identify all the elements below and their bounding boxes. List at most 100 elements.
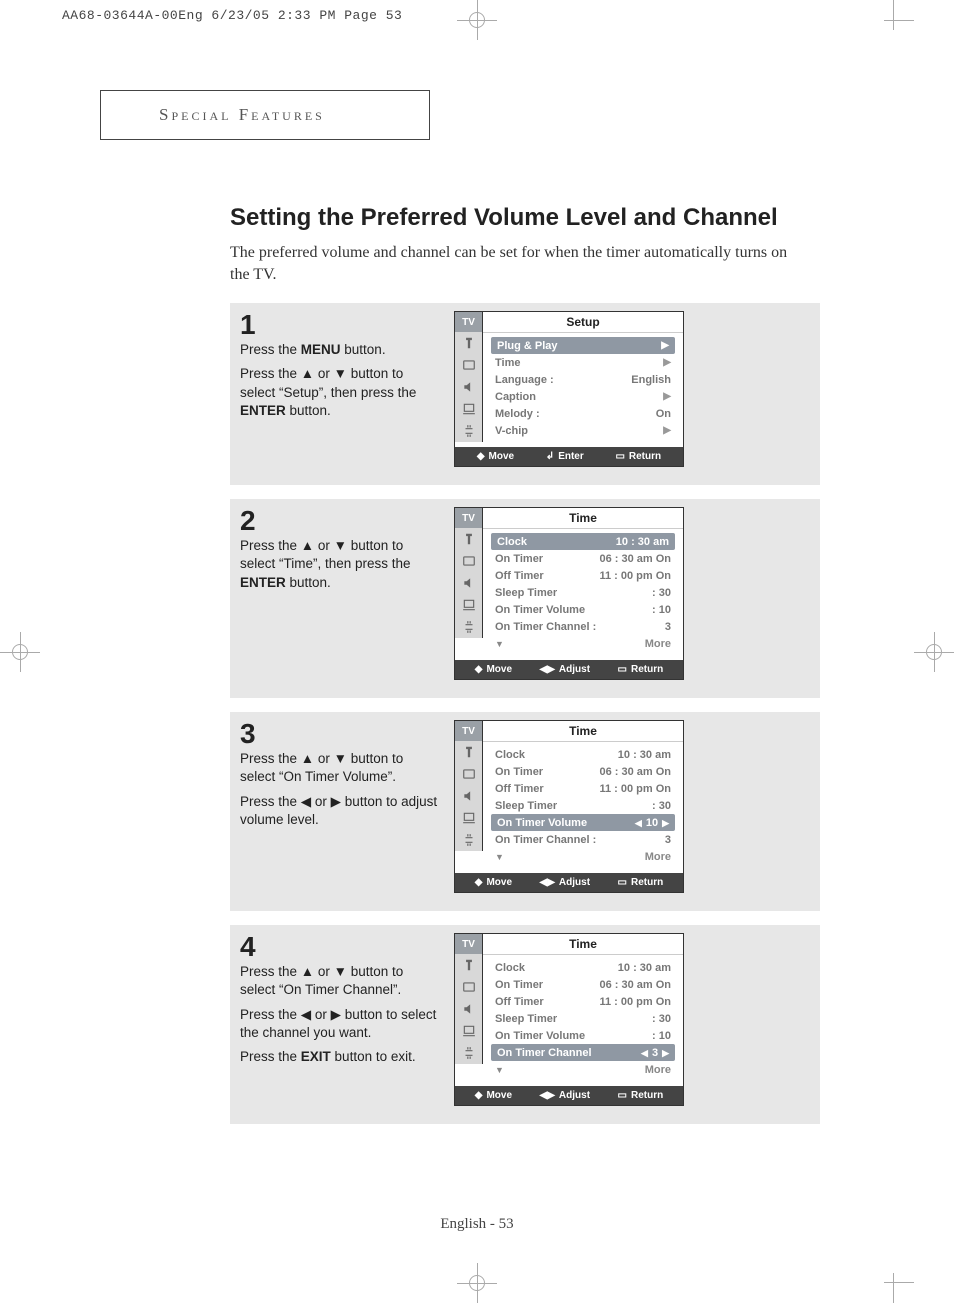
osd-tab-channel-icon — [455, 398, 483, 420]
registration-mark-top — [457, 0, 497, 40]
osd-title: Time — [483, 934, 683, 955]
osd-menu-row: On Timer Channel :3 — [491, 831, 675, 848]
registration-mark-left — [0, 632, 40, 672]
osd-row-value: 10 : 30 am — [618, 962, 671, 974]
step-paragraph: Press the EXIT button to exit. — [240, 1048, 440, 1066]
osd-row-label: More — [645, 638, 671, 650]
hint-icon: ▭ — [615, 451, 624, 462]
osd-row-label: Clock — [497, 536, 527, 548]
crop-mark — [893, 1273, 894, 1303]
osd-row-label: On Timer — [495, 979, 543, 991]
osd-row-label: Language : — [495, 374, 554, 386]
osd-tab-input-icon — [455, 528, 483, 550]
step-instructions: 4Press the ▲ or ▼ button to select “On T… — [240, 933, 440, 1106]
hint-icon: ◆ — [475, 664, 483, 675]
osd-menu-row: Language : English — [491, 371, 675, 388]
osd-tab-channel-icon — [455, 594, 483, 616]
steps-container: 1Press the MENU button.Press the ▲ or ▼ … — [230, 303, 820, 1124]
registration-mark-bottom — [457, 1263, 497, 1303]
osd-row-label: Off Timer — [495, 996, 544, 1008]
osd-row-label: Sleep Timer — [495, 587, 557, 599]
arrow-right-icon — [662, 1047, 669, 1059]
osd-row-value: 11 : 00 pm On — [599, 783, 671, 795]
step-number: 4 — [240, 933, 440, 961]
osd-menu-row: Caption▶ — [491, 388, 675, 405]
osd-footer-hint: ◀▶Adjust — [540, 1090, 591, 1101]
osd-screenshot: TVTimeClock10 : 30 amOn Timer06 : 30 am … — [454, 933, 684, 1106]
osd-row-label: On Timer Volume — [497, 817, 587, 829]
osd-row-value: On — [656, 408, 671, 420]
hint-label: Move — [486, 664, 512, 675]
osd-tab-sound-icon — [455, 376, 483, 398]
osd-tab-setup-icon — [455, 829, 483, 851]
hint-label: Return — [629, 451, 661, 462]
hint-icon: ◀▶ — [540, 1090, 555, 1101]
osd-tab-input-icon — [455, 332, 483, 354]
registration-mark-right — [914, 632, 954, 672]
osd-footer: ◆Move◀▶Adjust▭Return — [455, 1086, 683, 1105]
osd-screenshot: TVSetupPlug & Play▶Time▶Language :Englis… — [454, 311, 684, 467]
osd-footer-hint: ▭ Return — [615, 451, 661, 462]
osd-menu-row: Clock 10 : 30 am — [491, 746, 675, 763]
osd-menu-row: Off Timer11 : 00 pm On — [491, 567, 675, 584]
osd-tab-tv: TV — [455, 312, 483, 332]
osd-row-value: 10 — [635, 817, 669, 829]
osd-row-value: : 10 — [652, 604, 671, 616]
osd-row-label: Clock — [495, 962, 525, 974]
osd-menu-row: V-chip▶ — [491, 422, 675, 439]
osd-menu-row: Sleep Timer: 30 — [491, 584, 675, 601]
step-paragraph: Press the ▲ or ▼ button to select “Time”… — [240, 537, 440, 592]
hint-icon: ◆ — [475, 877, 483, 888]
osd-footer: ◆Move◀▶Adjust▭Return — [455, 873, 683, 892]
osd-row-value: English — [631, 374, 671, 386]
osd-tab-sound-icon — [455, 998, 483, 1020]
osd-menu-row: Sleep Timer: 30 — [491, 797, 675, 814]
osd-row-value: 06 : 30 am On — [599, 766, 671, 778]
osd-footer-hint: ▭Return — [618, 877, 664, 888]
page-footer: English - 53 — [0, 1216, 954, 1233]
osd-menu-row: Clock10 : 30 am — [491, 533, 675, 550]
chapter-heading: Special Features — [159, 105, 325, 125]
hint-icon: ◆ — [475, 1090, 483, 1101]
crop-mark — [884, 1282, 914, 1283]
hint-icon: ↲ — [546, 451, 554, 462]
osd-menu-row: On Timer Volume : 10 — [491, 1027, 675, 1044]
arrow-right-icon — [662, 817, 669, 829]
step-paragraph: Press the ◀ or ▶ button to adjust volume… — [240, 793, 440, 829]
osd-tab-picture-icon — [455, 550, 483, 572]
osd-row-value: : 10 — [652, 1030, 671, 1042]
osd-row-value: ▶ — [659, 357, 671, 368]
osd-footer-hint: ▭ Return — [618, 1090, 664, 1101]
step-block: 2Press the ▲ or ▼ button to select “Time… — [230, 499, 820, 698]
osd-footer: ◆Move◀▶Adjust▭Return — [455, 660, 683, 679]
hint-icon: ◀▶ — [540, 877, 555, 888]
osd-row-label: More — [645, 851, 671, 863]
osd-footer-hint: ◀▶ Adjust — [540, 877, 591, 888]
osd-row-label: On Timer — [495, 766, 543, 778]
osd-row-value: 10 : 30 am — [618, 749, 671, 761]
intro-paragraph: The preferred volume and channel can be … — [230, 242, 810, 285]
hint-icon: ▭ — [618, 664, 627, 675]
osd-row-label: Time — [495, 357, 520, 369]
osd-row-label: On Timer Volume — [495, 1030, 585, 1042]
osd-footer-hint: ▭Return — [618, 664, 664, 675]
osd-menu-row: Melody : On — [491, 405, 675, 422]
osd-row-label: On Timer Channel — [497, 1047, 592, 1059]
osd-row-value: 06 : 30 am On — [599, 979, 671, 991]
step-block: 3Press the ▲ or ▼ button to select “On T… — [230, 712, 820, 911]
hint-icon: ▭ — [618, 1090, 627, 1101]
step-paragraph: Press the ▲ or ▼ button to select “On Ti… — [240, 750, 440, 786]
hint-label: Return — [631, 1090, 663, 1101]
hint-label: Adjust — [559, 877, 590, 888]
osd-row-label: Melody : — [495, 408, 540, 420]
arrow-left-icon — [641, 1047, 648, 1059]
step-number: 2 — [240, 507, 440, 535]
osd-row-label: Clock — [495, 749, 525, 761]
crop-mark — [893, 0, 894, 30]
osd-row-label: Sleep Timer — [495, 800, 557, 812]
osd-footer-hint: ◆Move — [475, 664, 512, 675]
osd-row-label: Caption — [495, 391, 536, 403]
crop-mark — [884, 20, 914, 21]
osd-tab-picture-icon — [455, 976, 483, 998]
osd-row-more: More — [491, 1061, 675, 1078]
